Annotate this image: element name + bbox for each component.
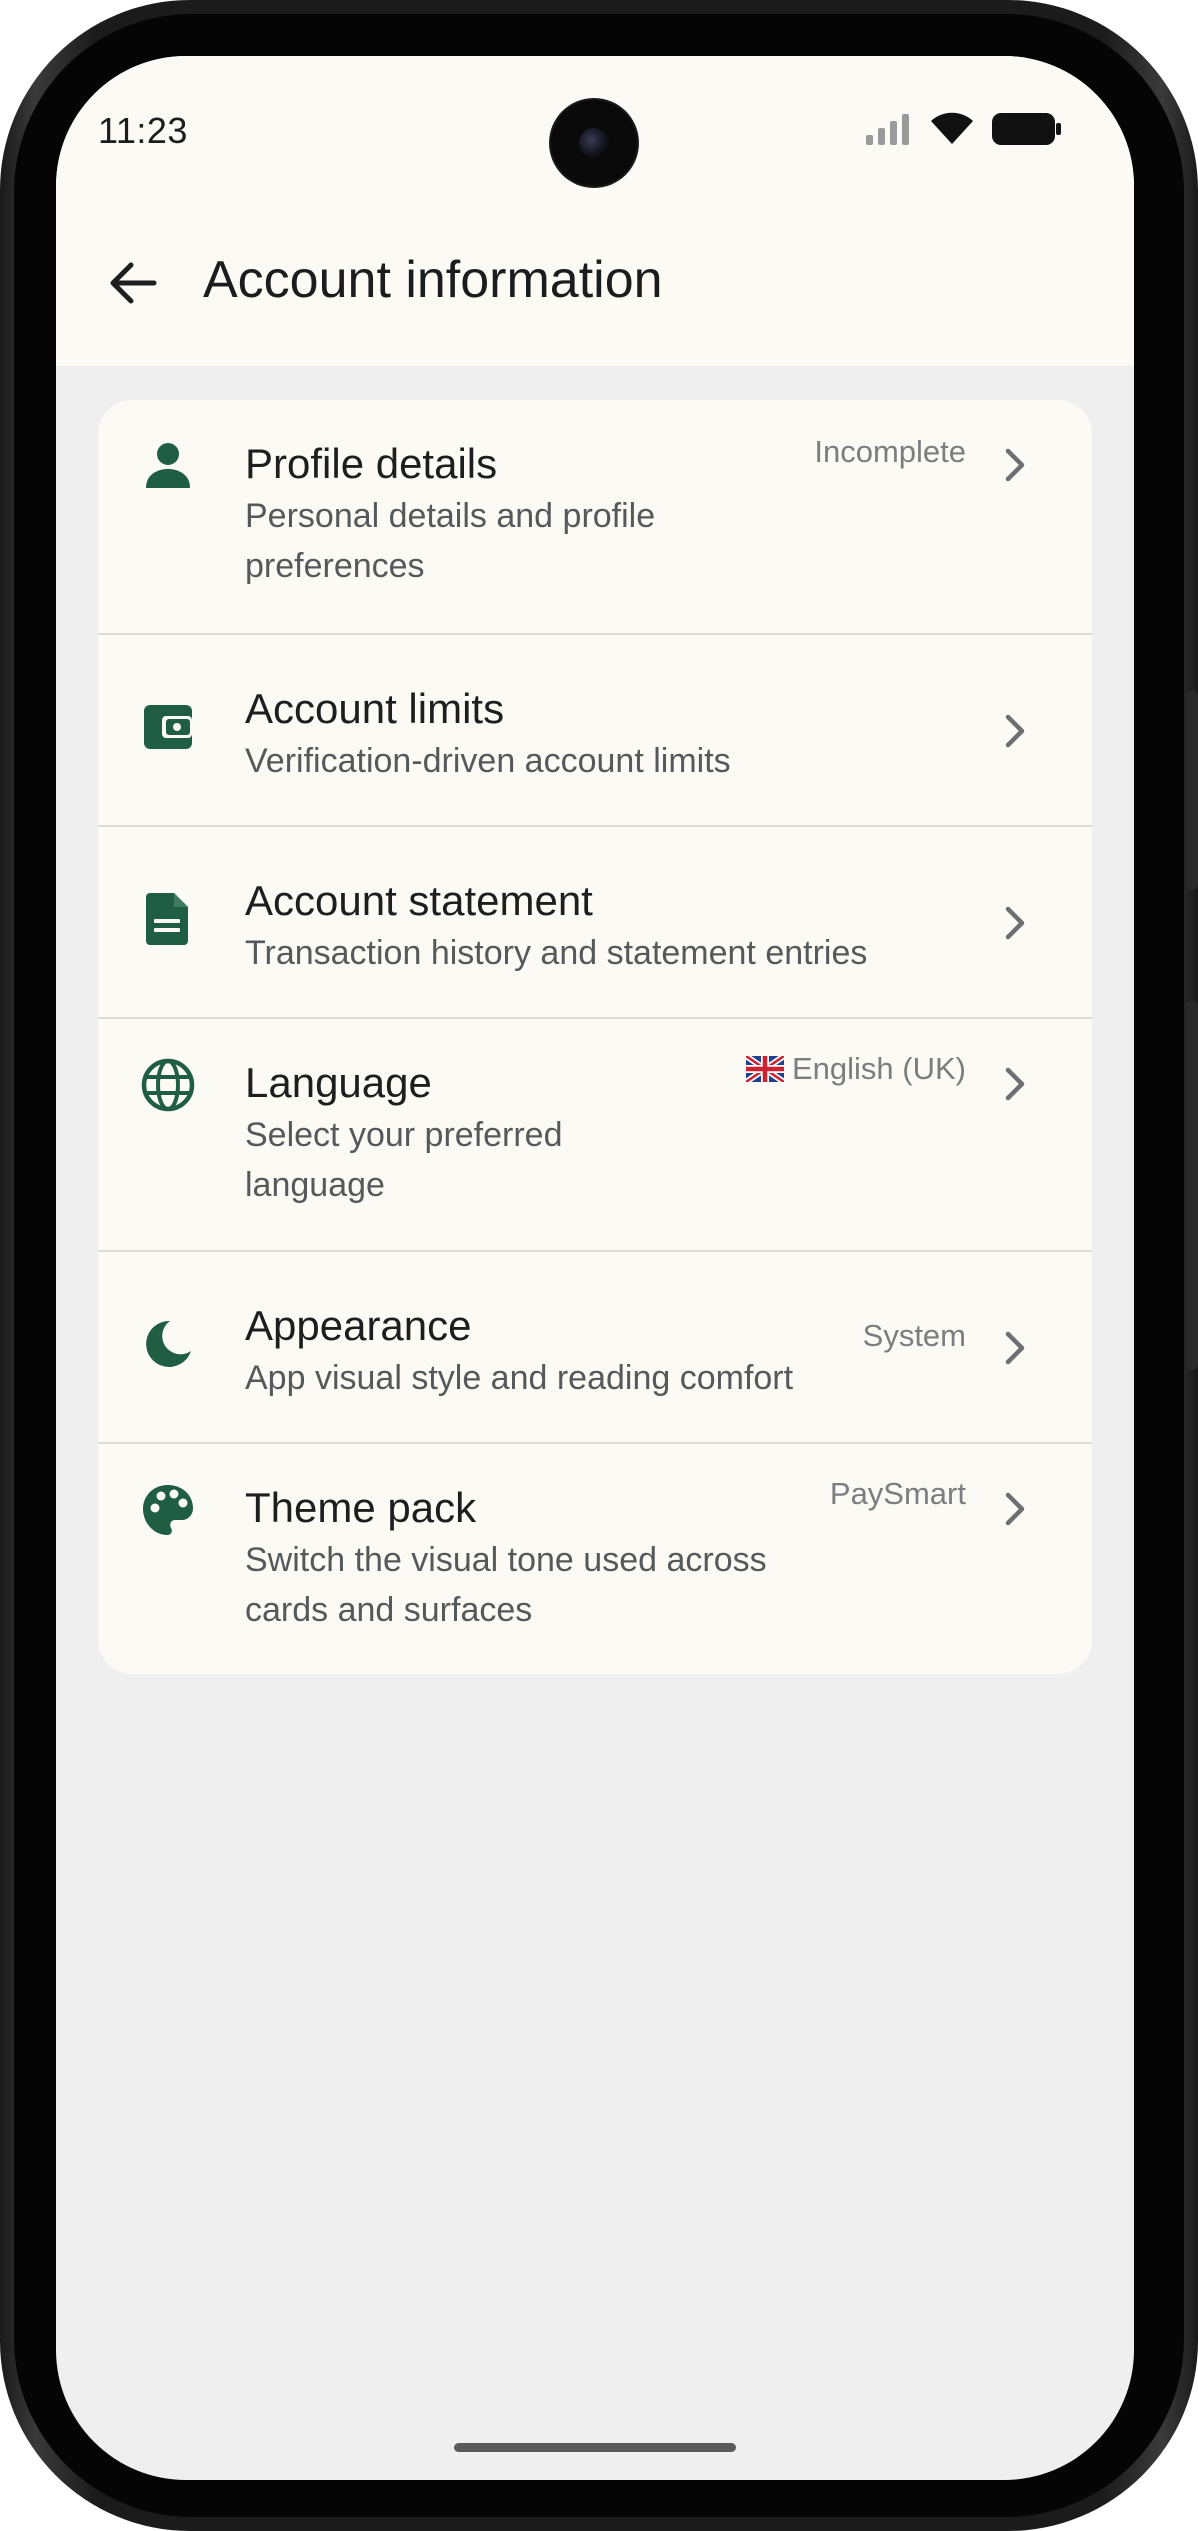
moon-icon <box>146 1320 191 1367</box>
person-icon <box>146 443 190 488</box>
top-app-bar: 11:23 Account information <box>56 56 1134 366</box>
home-indicator[interactable] <box>454 2443 736 2452</box>
chevron-right-icon <box>1005 1331 1025 1365</box>
row-value: English (UK) <box>792 1051 966 1086</box>
row-value: PaySmart <box>829 1476 966 1511</box>
row-theme-pack[interactable]: Theme pack Switch the visual tone used a… <box>98 1442 1092 1674</box>
row-subtitle-line: App visual style and reading comfort <box>245 1359 794 1397</box>
chevron-right-icon <box>1005 448 1025 482</box>
settings-card: Profile details Personal details and pro… <box>98 400 1092 1674</box>
front-camera <box>551 100 637 186</box>
wifi-icon <box>931 112 973 144</box>
row-subtitle: Transaction history and statement entrie… <box>245 928 867 978</box>
row-subtitle-line: preferences <box>245 547 425 585</box>
row-value: Incomplete <box>814 434 966 469</box>
row-subtitle: Personal details and profile preferences <box>245 491 655 591</box>
row-subtitle-line: language <box>245 1166 385 1204</box>
status-time: 11:23 <box>98 110 188 151</box>
row-value: System <box>862 1318 966 1353</box>
row-language[interactable]: Language Select your preferred language … <box>98 1017 1092 1250</box>
globe-icon <box>141 1058 195 1112</box>
status-icons <box>864 112 1062 146</box>
row-title: Appearance <box>245 1302 472 1349</box>
row-title: Profile details <box>245 440 498 487</box>
chevron-right-icon <box>1005 1067 1025 1101</box>
volume-button <box>1186 690 1198 890</box>
row-subtitle: App visual style and reading comfort <box>245 1353 793 1403</box>
phone-frame: 11:23 Account information Profile detail… <box>0 0 1198 2531</box>
back-arrow-icon[interactable] <box>98 248 168 318</box>
battery-icon <box>992 113 1061 145</box>
power-button <box>1186 1000 1198 1370</box>
chevron-right-icon <box>1005 1492 1025 1526</box>
row-account-limits[interactable]: Account limits Verification-driven accou… <box>98 633 1092 825</box>
row-subtitle-line: Select your preferred <box>245 1116 563 1154</box>
row-subtitle: Select your preferred language <box>245 1110 563 1210</box>
row-value-language: English (UK) <box>746 1051 966 1087</box>
row-subtitle: Switch the visual tone used across cards… <box>245 1535 767 1635</box>
row-subtitle-line: Personal details and profile <box>245 497 656 535</box>
chevron-right-icon <box>1005 906 1025 940</box>
screen: 11:23 Account information Profile detail… <box>56 56 1134 2480</box>
row-appearance[interactable]: Appearance App visual style and reading … <box>98 1250 1092 1442</box>
row-subtitle: Verification-driven account limits <box>245 736 731 786</box>
row-title: Language <box>245 1059 432 1106</box>
row-subtitle-line: Switch the visual tone used across <box>245 1541 767 1579</box>
wallet-icon <box>144 705 192 749</box>
row-account-statement[interactable]: Account statement Transaction history an… <box>98 825 1092 1017</box>
row-profile-details[interactable]: Profile details Personal details and pro… <box>98 400 1092 633</box>
row-title: Account limits <box>245 685 505 732</box>
document-icon <box>146 893 188 945</box>
row-subtitle-line: Transaction history and statement entrie… <box>245 934 868 972</box>
row-subtitle-line: Verification-driven account limits <box>245 742 731 780</box>
row-title: Theme pack <box>245 1484 477 1531</box>
row-title: Account statement <box>245 877 593 924</box>
signal-icon <box>866 114 909 145</box>
row-subtitle-line: cards and surfaces <box>245 1591 533 1629</box>
uk-flag-icon <box>746 1056 784 1082</box>
palette-icon <box>143 1485 193 1535</box>
page-title: Account information <box>203 251 663 309</box>
chevron-right-icon <box>1005 714 1025 748</box>
